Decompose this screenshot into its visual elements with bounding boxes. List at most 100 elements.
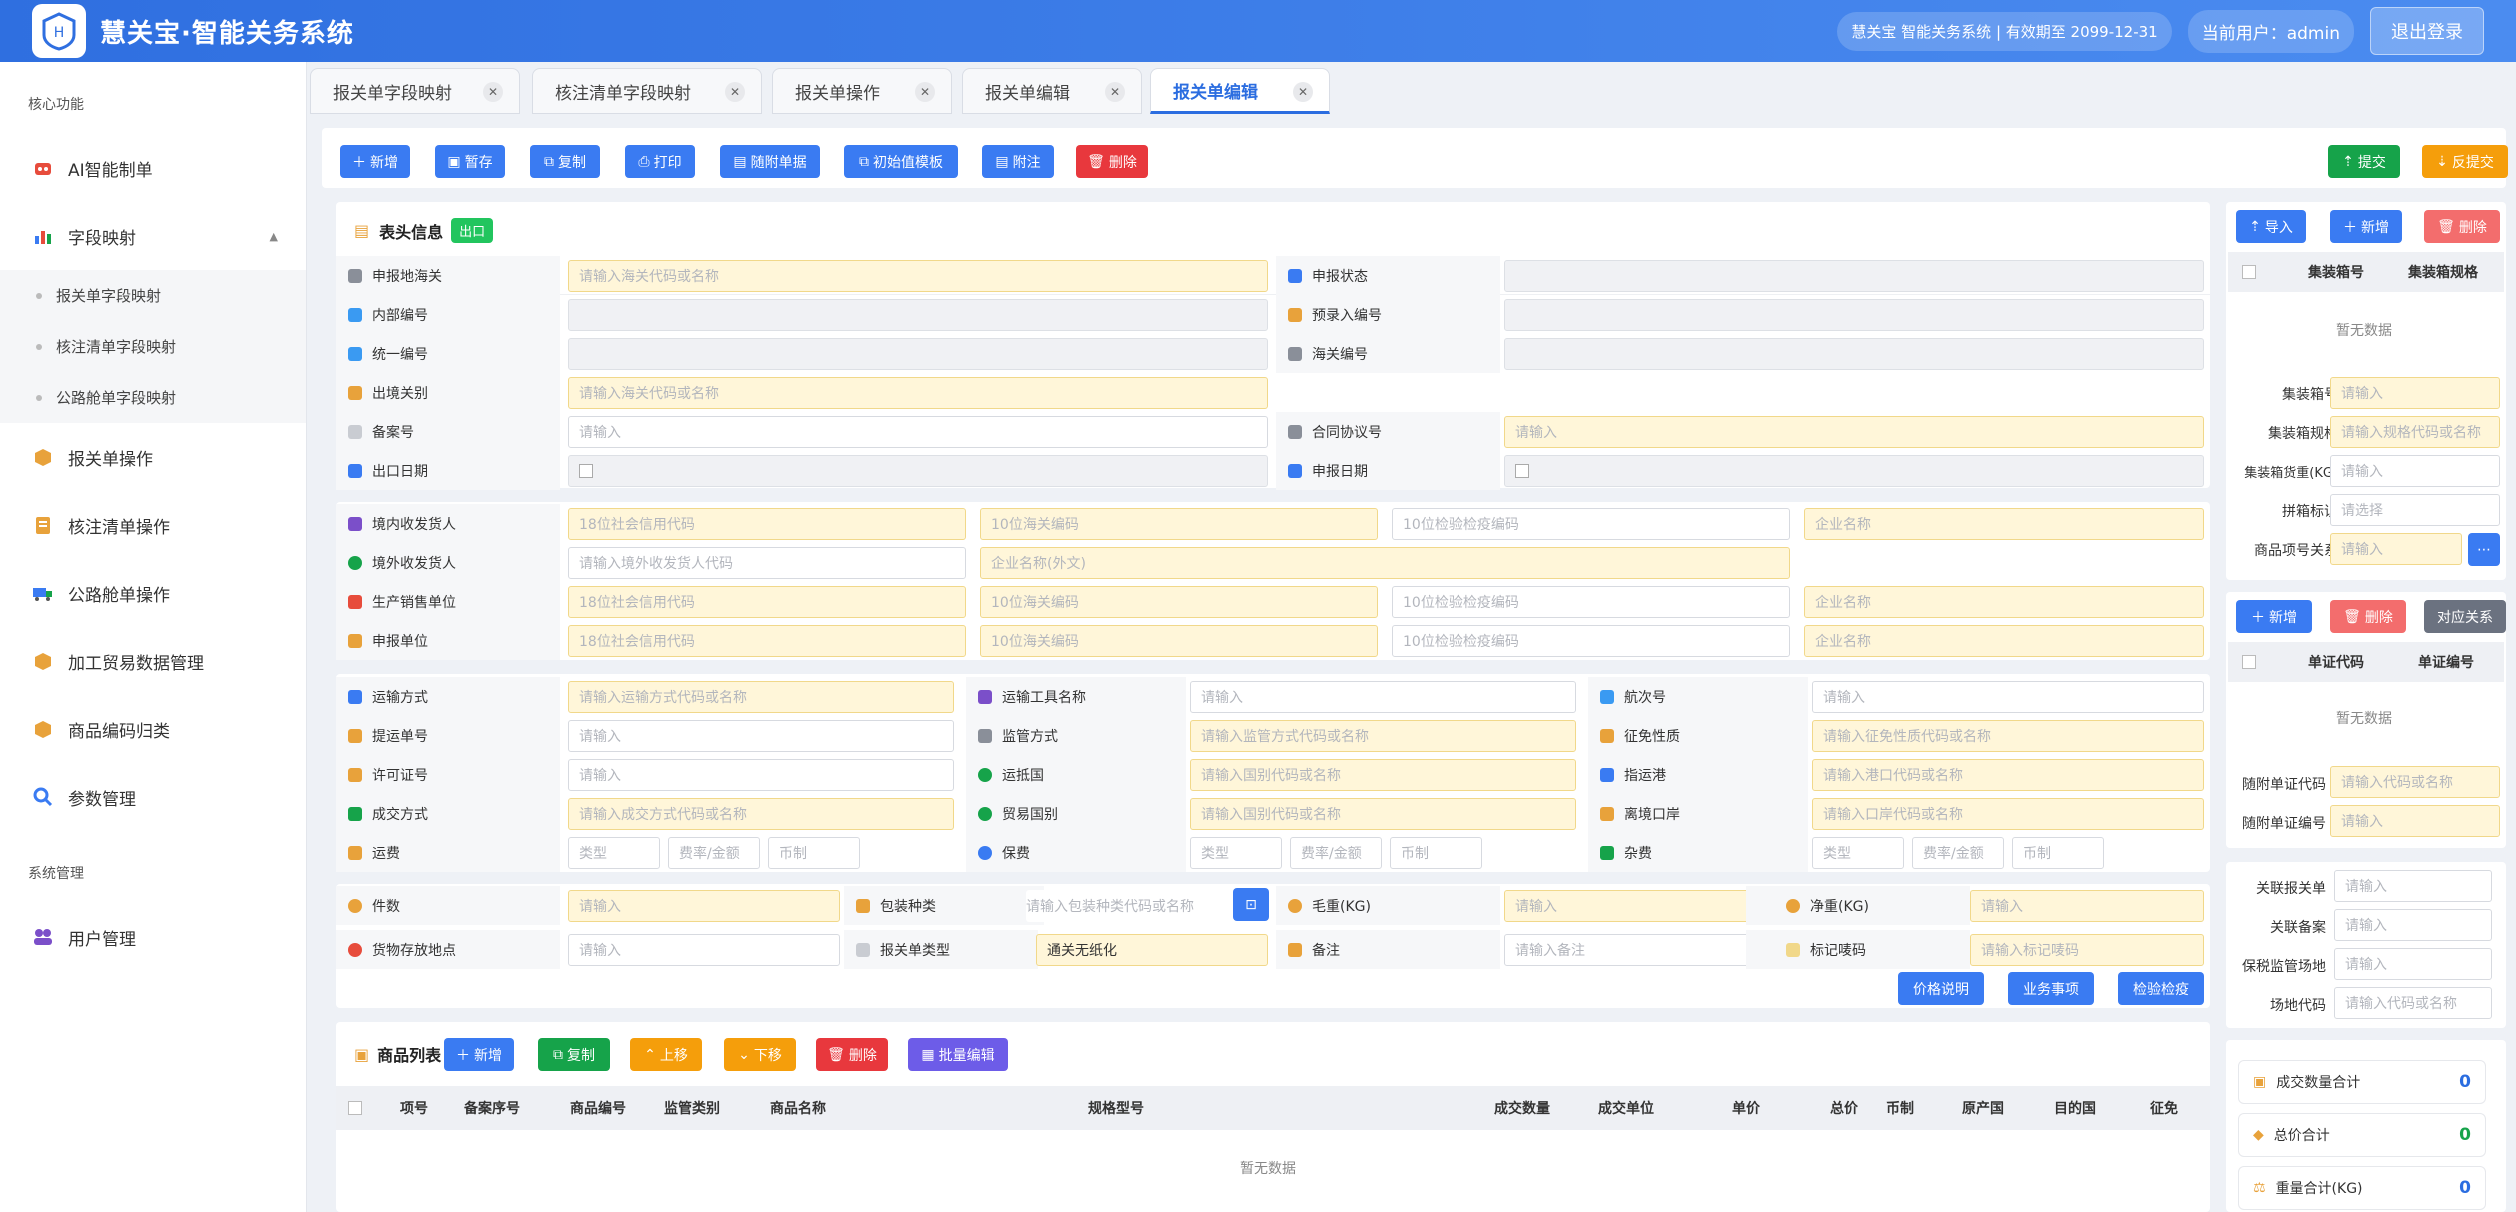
related-declaration-input[interactable]: 请输入 xyxy=(2334,870,2492,902)
list-up-button[interactable]: ⌃ 上移 xyxy=(630,1038,702,1071)
price-note-button[interactable]: 价格说明 xyxy=(1898,972,1984,1005)
container-no-input[interactable]: 请输入 xyxy=(2330,377,2500,409)
marks-input[interactable]: 请输入标记唛码 xyxy=(1970,934,2204,966)
internal-no-input[interactable] xyxy=(568,299,1268,331)
misc-rate-input[interactable]: 费率/金额 xyxy=(1912,837,2004,869)
production-credit-input[interactable]: 18位社会信用代码 xyxy=(568,586,966,618)
sidebar-item-declaration-op[interactable]: 报关单操作 xyxy=(0,423,306,491)
sidebar-item-field-map[interactable]: 字段映射 ▲ xyxy=(0,202,306,270)
tab-declaration-map[interactable]: 报关单字段映射 ✕ xyxy=(310,68,520,114)
voyage-no-input[interactable]: 请输入 xyxy=(1812,681,2204,713)
storage-place-input[interactable]: 请输入 xyxy=(568,934,840,966)
lcl-flag-select[interactable]: 请选择 xyxy=(2330,494,2500,526)
item-relation-input[interactable]: 请输入 xyxy=(2330,533,2462,565)
list-copy-button[interactable]: ⧉ 复制 xyxy=(538,1038,610,1071)
sidebar-item-users[interactable]: 用户管理 xyxy=(0,903,306,971)
foreign-name-input[interactable]: 企业名称(外文) xyxy=(980,547,1790,579)
packages-input[interactable]: 请输入 xyxy=(568,890,840,922)
close-icon[interactable]: ✕ xyxy=(1293,82,1313,102)
site-code-input[interactable]: 请输入代码或名称 xyxy=(2334,987,2492,1019)
close-icon[interactable]: ✕ xyxy=(725,82,745,102)
vehicle-name-input[interactable]: 请输入 xyxy=(1190,681,1576,713)
close-icon[interactable]: ✕ xyxy=(915,82,935,102)
export-date-input[interactable] xyxy=(568,455,1268,487)
bonded-site-input[interactable]: 请输入 xyxy=(2334,948,2492,980)
foreign-code-input[interactable]: 请输入境外收发货人代码 xyxy=(568,547,966,579)
sidebar-item-manifest-op[interactable]: 公路舱单操作 xyxy=(0,559,306,627)
document-add-button[interactable]: ＋新增 xyxy=(2236,600,2312,633)
freight-type-input[interactable]: 类型 xyxy=(568,837,660,869)
declare-credit-input[interactable]: 18位社会信用代码 xyxy=(568,625,966,657)
exit-port-input[interactable]: 请输入口岸代码或名称 xyxy=(1812,798,2204,830)
misc-type-input[interactable]: 类型 xyxy=(1812,837,1904,869)
container-weight-input[interactable]: 请输入 xyxy=(2330,455,2500,487)
domestic-customs-input[interactable]: 10位海关编码 xyxy=(980,508,1378,540)
declare-customs-input[interactable]: 请输入海关代码或名称 xyxy=(568,260,1268,292)
import-button[interactable]: ⇡ 导入 xyxy=(2236,210,2306,243)
sidebar-sub-manifest-map[interactable]: 公路舱单字段映射 xyxy=(0,372,306,423)
freight-currency-input[interactable]: 币制 xyxy=(768,837,860,869)
domestic-credit-input[interactable]: 18位社会信用代码 xyxy=(568,508,966,540)
trade-country-input[interactable]: 请输入国别代码或名称 xyxy=(1190,798,1576,830)
freight-rate-input[interactable]: 费率/金额 xyxy=(668,837,760,869)
add-button[interactable]: ＋新增 xyxy=(340,145,410,178)
sidebar-item-params[interactable]: 参数管理 xyxy=(0,763,306,831)
insurance-currency-input[interactable]: 币制 xyxy=(1390,837,1482,869)
unsubmit-button[interactable]: ⇣ 反提交 xyxy=(2422,145,2508,178)
doc-code-input[interactable]: 请输入代码或名称 xyxy=(2330,766,2500,798)
supervision-mode-input[interactable]: 请输入监管方式代码或名称 xyxy=(1190,720,1576,752)
collapse-arrow-icon[interactable]: ▲ xyxy=(270,230,278,243)
unified-no-input[interactable] xyxy=(568,338,1268,370)
production-customs-input[interactable]: 10位海关编码 xyxy=(980,586,1378,618)
domestic-insp-input[interactable]: 10位检验检疫编码 xyxy=(1392,508,1790,540)
declaration-type-input[interactable]: 通关无纸化 xyxy=(1036,934,1268,966)
relation-button[interactable]: 对应关系 xyxy=(2424,600,2506,633)
business-matters-button[interactable]: 业务事项 xyxy=(2008,972,2094,1005)
dest-port-input[interactable]: 请输入港口代码或名称 xyxy=(1812,759,2204,791)
package-picker-button[interactable]: ⊡ xyxy=(1233,888,1269,921)
delete-button[interactable]: 🗑 删除 xyxy=(1076,145,1148,178)
declare-status-input[interactable] xyxy=(1504,260,2204,292)
tab-inventory-map[interactable]: 核注清单字段映射 ✕ xyxy=(532,68,762,114)
print-button[interactable]: ⎙ 打印 xyxy=(625,145,695,178)
list-down-button[interactable]: ⌄ 下移 xyxy=(724,1038,796,1071)
sidebar-sub-declaration-map[interactable]: 报关单字段映射 xyxy=(0,270,306,321)
gross-weight-input[interactable]: 请输入 xyxy=(1504,890,1772,922)
deal-mode-input[interactable]: 请输入成交方式代码或名称 xyxy=(568,798,954,830)
logout-button[interactable]: 退出登录 xyxy=(2370,7,2484,55)
sidebar-item-trade-data[interactable]: 加工贸易数据管理 xyxy=(0,627,306,695)
more-icon[interactable]: ⋯ xyxy=(2468,533,2500,566)
remark-input[interactable]: 请输入备注 xyxy=(1504,934,1772,966)
select-all-checkbox[interactable] xyxy=(2242,265,2256,279)
container-delete-button[interactable]: 🗑 删除 xyxy=(2424,210,2500,243)
misc-currency-input[interactable]: 币制 xyxy=(2012,837,2104,869)
container-spec-input[interactable]: 请输入规格代码或名称 xyxy=(2330,416,2500,448)
insurance-type-input[interactable]: 类型 xyxy=(1190,837,1282,869)
attach-docs-button[interactable]: ▤ 随附单据 xyxy=(720,145,820,178)
select-all-checkbox[interactable] xyxy=(2242,655,2256,669)
pre-entry-no-input[interactable] xyxy=(1504,299,2204,331)
declare-name-input[interactable]: 企业名称 xyxy=(1804,625,2204,657)
net-weight-input[interactable]: 请输入 xyxy=(1970,890,2204,922)
contract-no-input[interactable]: 请输入 xyxy=(1504,416,2204,448)
declare-customs-input[interactable]: 10位海关编码 xyxy=(980,625,1378,657)
note-button[interactable]: ▤ 附注 xyxy=(982,145,1054,178)
arrival-country-input[interactable]: 请输入国别代码或名称 xyxy=(1190,759,1576,791)
close-icon[interactable]: ✕ xyxy=(1105,82,1125,102)
document-delete-button[interactable]: 🗑 删除 xyxy=(2330,600,2406,633)
list-delete-button[interactable]: 🗑 删除 xyxy=(816,1038,888,1071)
list-add-button[interactable]: ＋新增 xyxy=(444,1038,514,1071)
domestic-name-input[interactable]: 企业名称 xyxy=(1804,508,2204,540)
production-name-input[interactable]: 企业名称 xyxy=(1804,586,2204,618)
sidebar-item-inventory-op[interactable]: 核注清单操作 xyxy=(0,491,306,559)
batch-edit-button[interactable]: ▦ 批量编辑 xyxy=(908,1038,1008,1071)
save-button[interactable]: ▣ 暂存 xyxy=(435,145,505,178)
tab-declaration-edit-active[interactable]: 报关单编辑 ✕ xyxy=(1150,68,1330,114)
package-type-input[interactable]: 请输入包装种类代码或名称 xyxy=(1026,890,1248,922)
production-insp-input[interactable]: 10位检验检疫编码 xyxy=(1392,586,1790,618)
license-no-input[interactable]: 请输入 xyxy=(568,759,954,791)
bill-no-input[interactable]: 请输入 xyxy=(568,720,954,752)
tab-declaration-op[interactable]: 报关单操作 ✕ xyxy=(772,68,952,114)
sidebar-sub-inventory-map[interactable]: 核注清单字段映射 xyxy=(0,321,306,372)
exemption-input[interactable]: 请输入征免性质代码或名称 xyxy=(1812,720,2204,752)
